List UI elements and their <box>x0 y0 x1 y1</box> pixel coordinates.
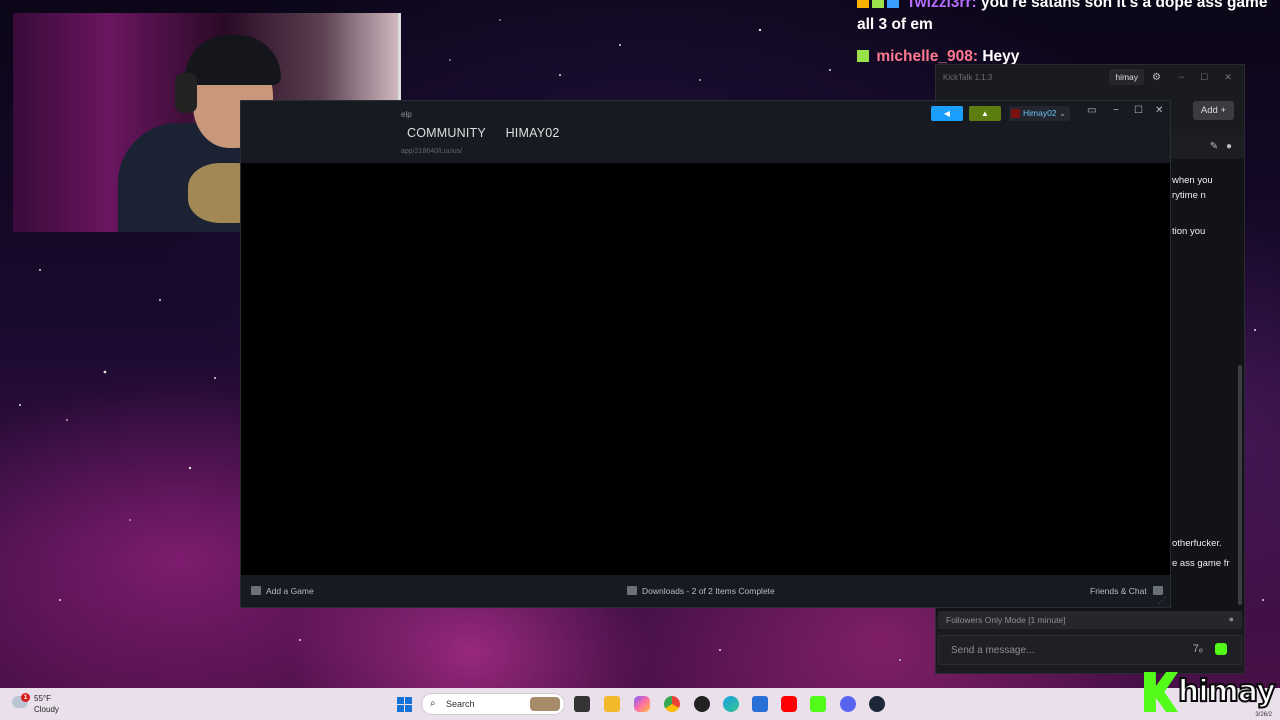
kicktalk-title: KickTalk 1.1.3 <box>943 72 993 82</box>
plus-icon <box>251 586 261 595</box>
chevron-down-icon: ⌄ <box>1058 108 1067 118</box>
steam-icon[interactable] <box>869 696 885 712</box>
add-game-label: Add a Game <box>266 586 314 596</box>
kick-k-icon <box>1144 672 1178 712</box>
kick-emote-icon[interactable] <box>1215 643 1227 655</box>
pin-icon[interactable]: ✎ <box>1210 141 1218 152</box>
megaphone-icon: ◀ <box>943 109 951 118</box>
broadcast-button[interactable]: ◀ <box>931 106 963 121</box>
weather-alert-badge: 1 <box>21 693 30 702</box>
search-label: Search <box>446 699 475 709</box>
chat-message: all 3 of em <box>857 14 1280 36</box>
steam-window: elp COMMUNITY HIMAY02 app/218640/Lucius/… <box>240 100 1171 608</box>
add-game-button[interactable]: Add a Game <box>251 586 314 596</box>
emote-picker-icon[interactable]: 7ₑ <box>1193 643 1203 655</box>
chat-input-placeholder: Send a message... <box>951 645 1035 656</box>
steam-url-bar[interactable]: app/218640/Lucius/ <box>401 148 462 155</box>
steam-header: elp COMMUNITY HIMAY02 app/218640/Lucius/… <box>241 101 1170 163</box>
kicktalk-scrollbar[interactable] <box>1238 365 1242 605</box>
close-icon[interactable]: ✕ <box>1224 72 1232 83</box>
add-channel-button[interactable]: Add + <box>1192 101 1234 120</box>
webcam-headset <box>175 73 197 113</box>
webcam-cap <box>185 35 281 85</box>
chat-separator: : <box>971 0 977 11</box>
edge-icon[interactable] <box>723 696 739 712</box>
sword-badge-icon <box>857 50 869 62</box>
avatar <box>1011 109 1020 118</box>
maximize-icon[interactable]: ☐ <box>1200 72 1208 83</box>
resize-grip-icon[interactable]: ⋰ <box>1158 596 1166 605</box>
chat-username: Twizzl3rr <box>906 0 972 11</box>
followers-only-text: Followers Only Mode [1 minute] <box>946 615 1066 625</box>
download-icon <box>627 586 637 595</box>
weather-temperature: 55°F <box>34 694 51 703</box>
big-picture-icon[interactable]: ▭ <box>1087 105 1096 116</box>
plus-icon: + <box>1220 105 1226 116</box>
sword-badge-icon <box>872 0 884 8</box>
kicktalk-titlebar: KickTalk 1.1.3 himay ⚙ − ☐ ✕ <box>936 65 1244 89</box>
nav-profile[interactable]: HIMAY02 <box>506 126 560 140</box>
chat-text: all 3 of em <box>857 16 933 33</box>
square-badge-icon <box>857 0 869 8</box>
notifications-button[interactable]: ▲ <box>969 106 1001 121</box>
account-name: Himay02 <box>1023 108 1057 118</box>
account-menu[interactable]: Himay02 ⌄ <box>1009 106 1071 121</box>
kicktalk-message: when you <box>1172 175 1213 186</box>
kicktalk-message: otherfucker. <box>1172 538 1222 549</box>
minimize-icon[interactable]: − <box>1179 72 1184 82</box>
friends-icon <box>1152 586 1163 595</box>
weather-widget[interactable]: 1 55°F Cloudy <box>12 693 59 715</box>
weather-description: Cloudy <box>34 705 59 714</box>
copilot-icon[interactable] <box>634 696 650 712</box>
kick-icon[interactable] <box>810 696 826 712</box>
steam-footer: Add a Game Downloads - 2 of 2 Items Comp… <box>241 575 1170 607</box>
downloads-button[interactable]: Downloads - 2 of 2 Items Complete <box>627 586 775 596</box>
folder-icon[interactable] <box>604 696 620 712</box>
kick-brand-logo: himay <box>1144 672 1277 712</box>
cube-badge-icon <box>887 0 899 8</box>
downloads-label: Downloads - 2 of 2 Items Complete <box>642 586 775 596</box>
kicktalk-message: e ass game fr <box>1172 558 1230 569</box>
user-icon[interactable]: ● <box>1226 141 1232 152</box>
menu-help[interactable]: elp <box>401 110 412 119</box>
kicktalk-header-icons: ✎ ● <box>1210 141 1232 152</box>
chrome-icon[interactable] <box>664 696 680 712</box>
kicktalk-message: rytime n <box>1172 190 1206 201</box>
friends-chat-label: Friends & Chat <box>1090 586 1147 596</box>
chat-text: Heyy <box>982 48 1020 65</box>
discord-icon[interactable] <box>840 696 856 712</box>
info-icon[interactable]: ● <box>1229 614 1234 624</box>
close-icon[interactable]: ✕ <box>1155 105 1163 116</box>
friends-chat-button[interactable]: Friends & Chat <box>1090 586 1163 596</box>
chat-text: you're satans son it's a dope ass game <box>980 0 1268 11</box>
chat-username: michelle_908 <box>876 48 973 65</box>
brand-name: himay <box>1177 673 1277 710</box>
taskbar: 1 55°F Cloudy ⌕ Search 3/26/2 <box>0 688 1280 720</box>
bell-icon: ▲ <box>981 109 989 118</box>
windows-start-icon[interactable] <box>397 697 412 712</box>
chat-message: Twizzl3rr: you're satans son it's a dope… <box>857 0 1280 14</box>
store-icon[interactable] <box>752 696 768 712</box>
steam-nav: COMMUNITY HIMAY02 <box>407 126 576 140</box>
file-explorer-icon[interactable] <box>574 696 590 712</box>
kicktalk-channel-tab[interactable]: himay <box>1109 69 1145 85</box>
stream-chat-overlay: Twizzl3rr: you're satans son it's a dope… <box>857 0 1280 68</box>
taskbar-search[interactable]: ⌕ Search <box>421 693 565 715</box>
nav-community[interactable]: COMMUNITY <box>407 126 486 140</box>
add-channel-label: Add <box>1200 105 1218 116</box>
gear-icon[interactable]: ⚙ <box>1152 72 1161 83</box>
maximize-icon[interactable]: ☐ <box>1134 105 1143 116</box>
search-icon: ⌕ <box>430 698 436 709</box>
kicktalk-message: tion you <box>1172 226 1206 237</box>
minimize-icon[interactable]: − <box>1113 105 1119 116</box>
obs-icon[interactable] <box>694 696 710 712</box>
chat-message-input[interactable]: Send a message... 7ₑ <box>938 635 1242 665</box>
youtube-icon[interactable] <box>781 696 797 712</box>
followers-only-banner: Followers Only Mode [1 minute] ● <box>938 611 1242 629</box>
clock-date: 3/26/2 <box>1255 712 1272 718</box>
search-highlight-image <box>530 697 560 711</box>
chat-separator: : <box>972 48 978 65</box>
